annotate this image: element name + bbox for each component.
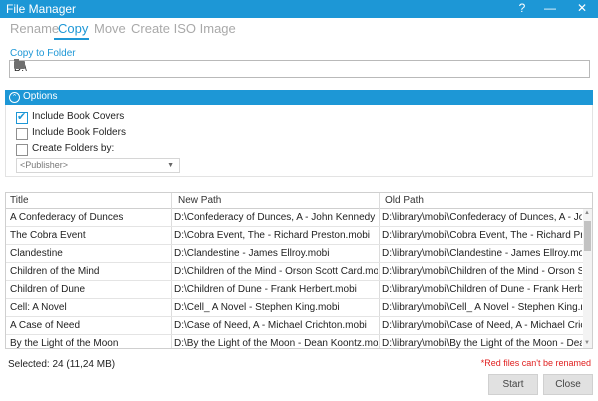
selection-summary: Selected: 24 (11,24 MB) [8, 359, 116, 370]
start-button[interactable]: Start [488, 374, 538, 395]
cell-title: Children of Dune [10, 284, 86, 295]
cell-new-path: D:\Confederacy of Dunces, A - John Kenne… [174, 212, 378, 223]
options-header-label: Options [23, 91, 58, 102]
cell-old-path: D:\library\mobi\Case of Need, A - Michae… [382, 320, 582, 331]
close-button[interactable]: Close [543, 374, 593, 395]
title-bar: File Manager ? — ✕ [0, 0, 598, 18]
vertical-scrollbar[interactable]: ▲ ▼ [583, 209, 592, 348]
table-row[interactable]: Children of the Mind D:\Children of the … [6, 263, 584, 281]
minimize-button[interactable]: — [542, 1, 558, 15]
table-row[interactable]: Clandestine D:\Clandestine - James Ellro… [6, 245, 584, 263]
help-button[interactable]: ? [514, 1, 530, 15]
cell-new-path: D:\By the Light of the Moon - Dean Koont… [174, 338, 378, 349]
cell-new-path: D:\Clandestine - James Ellroy.mobi [174, 248, 330, 259]
window-title: File Manager [6, 2, 77, 16]
publisher-select[interactable]: <Publisher> ▼ [16, 158, 180, 173]
cell-old-path: D:\library\mobi\Cell_ A Novel - Stephen … [382, 302, 582, 313]
cell-new-path: D:\Children of the Mind - Orson Scott Ca… [174, 266, 378, 277]
include-book-folders-label: Include Book Folders [32, 127, 126, 138]
cell-old-path: D:\library\mobi\Confederacy of Dunces, A… [382, 212, 582, 223]
table-row[interactable]: Children of Dune D:\Children of Dune - F… [6, 281, 584, 299]
cell-title: A Case of Need [10, 320, 81, 331]
cell-old-path: D:\library\mobi\Clandestine - James Ellr… [382, 248, 582, 259]
cell-old-path: D:\library\mobi\By the Light of the Moon… [382, 338, 582, 349]
table-row[interactable]: By the Light of the Moon D:\By the Light… [6, 335, 584, 349]
copy-to-folder-label: Copy to Folder [10, 48, 76, 59]
tab-rename[interactable]: Rename [10, 21, 59, 36]
folder-icon[interactable] [14, 59, 25, 69]
cell-title: Children of the Mind [10, 266, 100, 277]
copy-to-folder-input[interactable]: D:\ [9, 59, 590, 78]
active-tab-underline [54, 38, 89, 40]
cell-title: Clandestine [10, 248, 63, 259]
scroll-up-icon[interactable]: ▲ [584, 210, 590, 216]
cell-new-path: D:\Case of Need, A - Michael Crichton.mo… [174, 320, 367, 331]
publisher-select-value: <Publisher> [20, 160, 69, 170]
create-folders-by-checkbox[interactable] [16, 144, 28, 156]
table-row[interactable]: A Confederacy of Dunces D:\Confederacy o… [6, 209, 584, 227]
red-files-note: *Red files can't be renamed [480, 358, 591, 368]
include-book-covers-checkbox[interactable]: ✔ [16, 111, 28, 124]
table-row[interactable]: The Cobra Event D:\Cobra Event, The - Ri… [6, 227, 584, 245]
cell-title: The Cobra Event [10, 230, 86, 241]
chevron-up-icon[interactable]: ⌃ [9, 92, 20, 103]
chevron-down-icon[interactable]: ▼ [167, 159, 174, 172]
files-table: Title New Path Old Path A Confederacy of… [5, 192, 593, 349]
column-header-title[interactable]: Title [10, 195, 29, 206]
scrollbar-thumb[interactable] [584, 221, 591, 251]
check-icon: ✔ [17, 111, 27, 123]
cell-old-path: D:\library\mobi\Children of the Mind - O… [382, 266, 582, 277]
table-row[interactable]: Cell: A Novel D:\Cell_ A Novel - Stephen… [6, 299, 584, 317]
options-header[interactable]: ⌃ Options [5, 90, 593, 105]
tab-move[interactable]: Move [94, 21, 126, 36]
cell-title: Cell: A Novel [10, 302, 67, 313]
tab-copy[interactable]: Copy [58, 21, 88, 36]
cell-new-path: D:\Children of Dune - Frank Herbert.mobi [174, 284, 357, 295]
table-header: Title New Path Old Path [6, 193, 592, 209]
cell-old-path: D:\library\mobi\Cobra Event, The - Richa… [382, 230, 582, 241]
column-header-old-path[interactable]: Old Path [385, 195, 424, 206]
create-folders-by-label: Create Folders by: [32, 143, 115, 154]
include-book-covers-label: Include Book Covers [32, 111, 125, 122]
cell-title: By the Light of the Moon [10, 338, 119, 349]
close-window-button[interactable]: ✕ [574, 1, 590, 15]
cell-title: A Confederacy of Dunces [10, 212, 124, 223]
table-row[interactable]: A Case of Need D:\Case of Need, A - Mich… [6, 317, 584, 335]
cell-new-path: D:\Cell_ A Novel - Stephen King.mobi [174, 302, 340, 313]
cell-new-path: D:\Cobra Event, The - Richard Preston.mo… [174, 230, 371, 241]
column-header-new-path[interactable]: New Path [178, 195, 221, 206]
tab-create-iso-image[interactable]: Create ISO Image [131, 21, 236, 36]
include-book-folders-checkbox[interactable] [16, 128, 28, 140]
cell-old-path: D:\library\mobi\Children of Dune - Frank… [382, 284, 582, 295]
scroll-down-icon[interactable]: ▼ [584, 340, 590, 346]
